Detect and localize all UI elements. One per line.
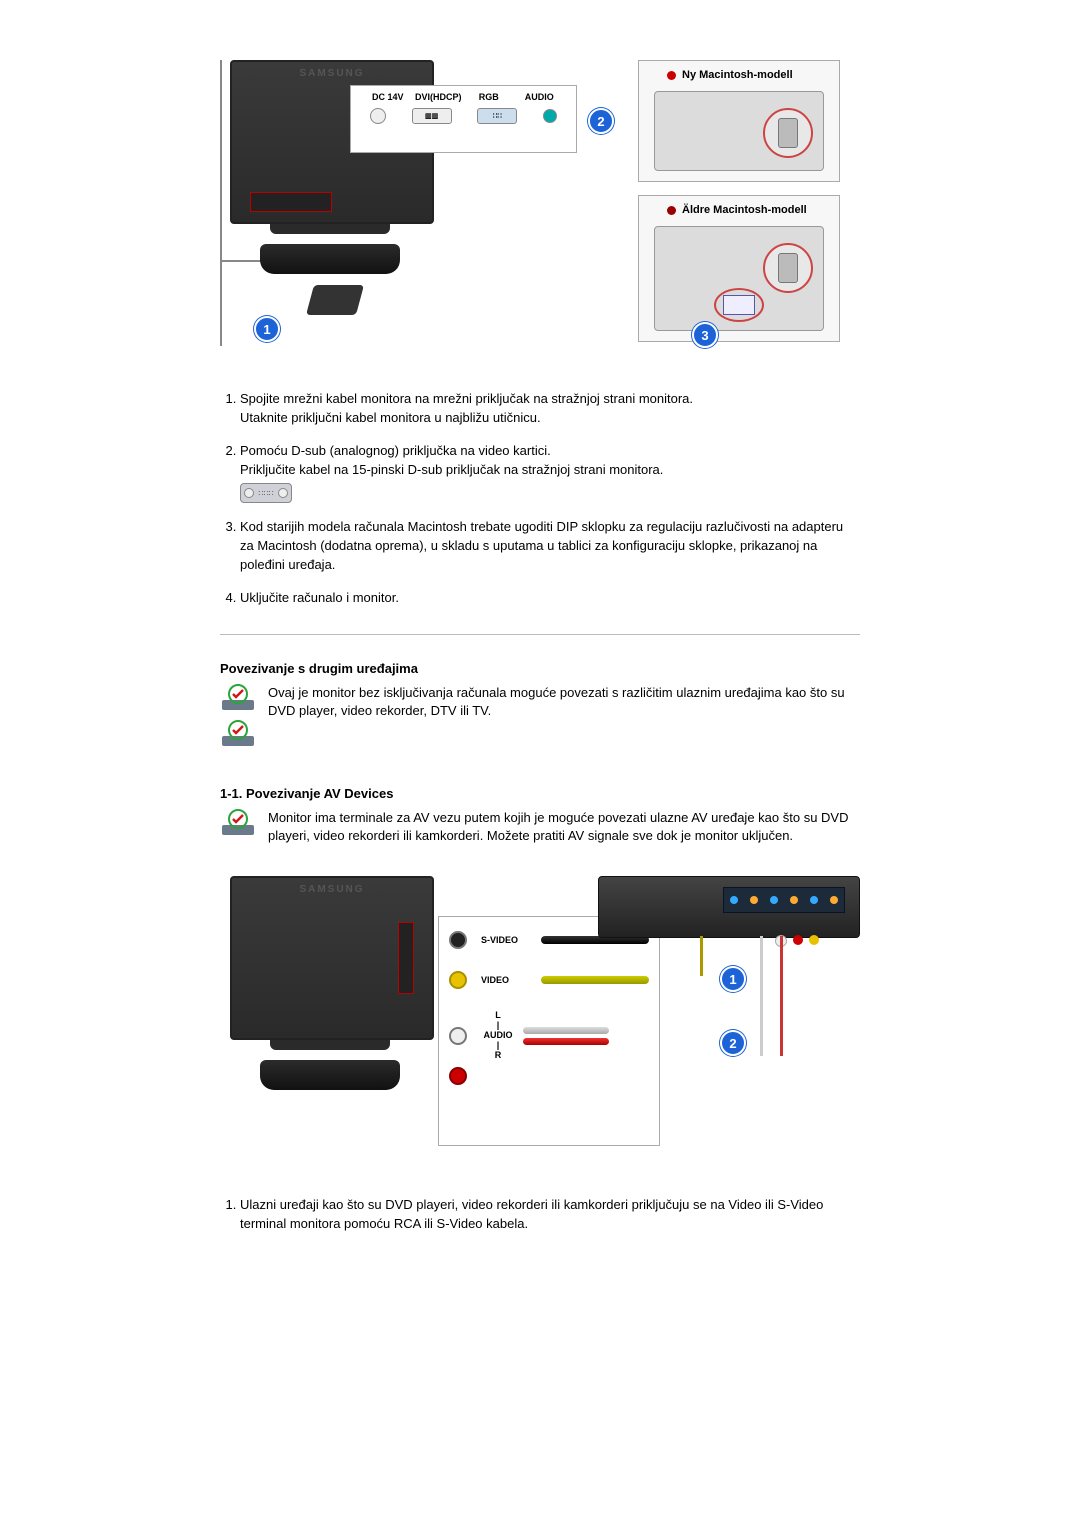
socket-audio	[543, 109, 557, 123]
section-body-av: Monitor ima terminale za AV vezu putem k…	[268, 809, 860, 847]
figure-av-connection: SAMSUNG S-VIDEO VIDEO L |	[220, 866, 860, 1166]
socket-dvi: ▥▥	[412, 108, 452, 124]
dsub-connector-icon: ∷∷∷	[240, 483, 292, 503]
av-step-1: Ulazni uređaji kao što su DVD playeri, v…	[240, 1196, 850, 1234]
install-icon	[220, 809, 268, 837]
svideo-jack	[449, 931, 467, 949]
step-1: Spojite mrežni kabel monitora na mrežni …	[240, 390, 850, 428]
audio-red-cable	[523, 1038, 609, 1045]
step-4: Uključite računalo i monitor.	[240, 589, 850, 608]
old-macintosh-box: Äldre Macintosh-modell	[638, 195, 840, 342]
port-enlargement-card: DC 14V DVI(HDCP) RGB AUDIO ▥▥ ∷∷	[350, 85, 577, 153]
callout-2: 2	[588, 108, 614, 134]
port-label-dvi: DVI(HDCP)	[414, 92, 462, 102]
new-macintosh-box: Ny Macintosh-modell	[638, 60, 840, 182]
info-row-other-devices: Ovaj je monitor bez isključivanja računa…	[220, 684, 860, 756]
av-port-panel: S-VIDEO VIDEO L | AUDIO | R	[438, 916, 660, 1146]
socket-dc	[370, 108, 386, 124]
callout-1: 1	[720, 966, 746, 992]
install-icon	[220, 684, 268, 712]
section-title-av: 1-1. Povezivanje AV Devices	[220, 786, 960, 801]
steps-list-2: Ulazni uređaji kao što su DVD playeri, v…	[120, 1196, 850, 1234]
av-source-device	[598, 876, 860, 938]
audio-l-jack	[449, 1027, 467, 1045]
info-row-av: Monitor ima terminale za AV vezu putem k…	[220, 809, 860, 847]
install-icon	[220, 720, 268, 748]
port-label-dc: DC 14V	[364, 92, 412, 102]
audio-r-label: R	[484, 1051, 513, 1061]
old-mac-label: Äldre Macintosh-modell	[682, 204, 807, 216]
video-cable	[541, 976, 649, 984]
power-adapter-illustration	[310, 285, 390, 325]
divider-1	[220, 634, 860, 635]
figure-macintosh-connection: SAMSUNG DC 14V DVI(HDCP) RGB AUDIO ▥▥ ∷∷…	[220, 60, 840, 360]
socket-rgb: ∷∷	[477, 108, 517, 124]
port-label-audio: AUDIO	[515, 92, 563, 102]
callout-2: 2	[720, 1030, 746, 1056]
monitor-illustration: SAMSUNG	[230, 876, 430, 1086]
steps-list-1: Spojite mrežni kabel monitora na mrežni …	[120, 390, 850, 608]
callout-1: 1	[254, 316, 280, 342]
section-title-other-devices: Povezivanje s drugim uređajima	[220, 661, 960, 676]
video-label: VIDEO	[481, 975, 541, 985]
step-3: Kod starijih modela računala Macintosh t…	[240, 518, 850, 575]
section-body-other-devices: Ovaj je monitor bez isključivanja računa…	[268, 684, 860, 722]
port-label-rgb: RGB	[465, 92, 513, 102]
step-2: Pomoću D-sub (analognog) priključka na v…	[240, 442, 850, 505]
audio-r-jack	[449, 1067, 467, 1085]
audio-white-cable	[523, 1027, 609, 1034]
new-mac-label: Ny Macintosh-modell	[682, 69, 793, 81]
svideo-label: S-VIDEO	[481, 935, 541, 945]
callout-3: 3	[692, 322, 718, 348]
video-jack	[449, 971, 467, 989]
